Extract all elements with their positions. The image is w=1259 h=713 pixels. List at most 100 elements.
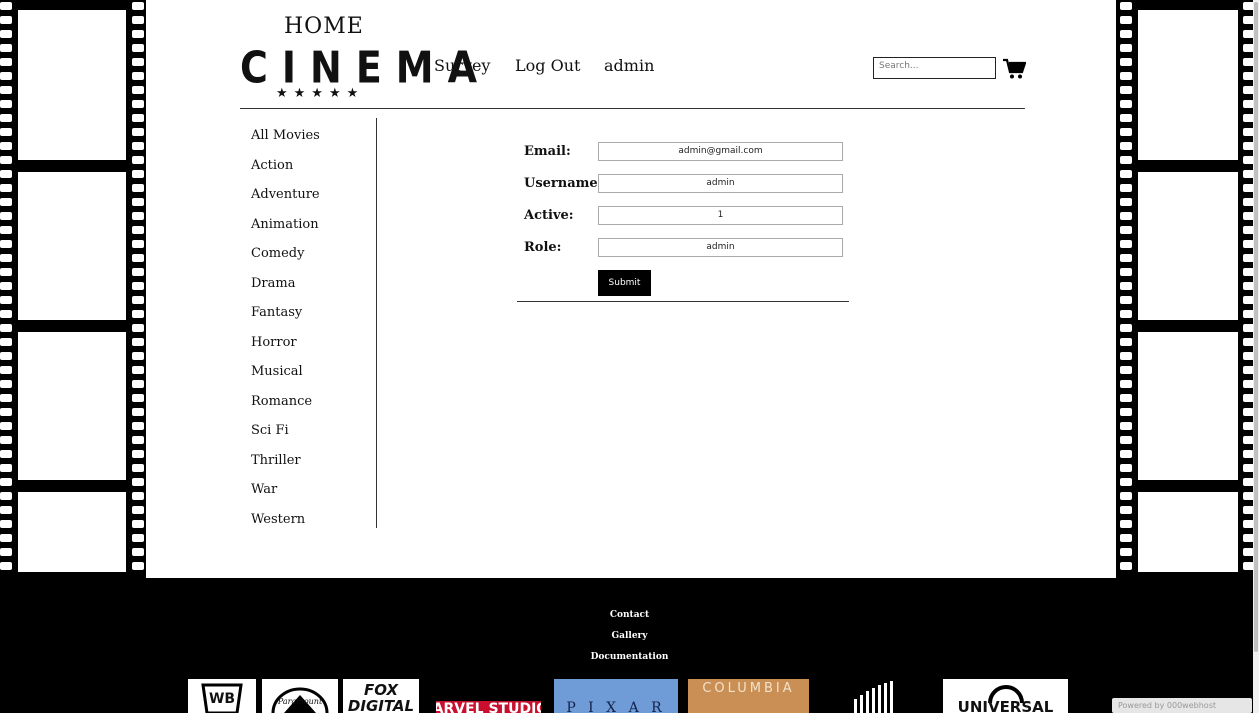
- film-sprocket-hole: [0, 72, 12, 80]
- email-label: Email:: [524, 144, 571, 159]
- film-sprocket-hole: [0, 226, 12, 234]
- film-sprocket-hole: [1120, 492, 1132, 500]
- submit-button[interactable]: Submit: [598, 270, 651, 296]
- film-sprocket-hole: [132, 184, 144, 192]
- film-sprocket-hole: [1120, 198, 1132, 206]
- brand-logo-paramount: Paramount: [262, 679, 338, 713]
- film-sprocket-hole: [132, 226, 144, 234]
- film-sprocket-hole: [132, 366, 144, 374]
- film-frame: [18, 10, 126, 160]
- film-sprocket-hole: [0, 394, 12, 402]
- email-field[interactable]: admin@gmail.com: [598, 142, 843, 161]
- film-sprocket-hole: [132, 352, 144, 360]
- film-sprocket-hole: [1120, 520, 1132, 528]
- film-sprocket-hole: [1120, 16, 1132, 24]
- film-sprocket-hole: [1120, 450, 1132, 458]
- nav-admin-link[interactable]: admin: [604, 56, 654, 75]
- category-musical[interactable]: Musical: [251, 362, 320, 392]
- film-sprocket-hole: [0, 212, 12, 220]
- film-frame: [18, 332, 126, 480]
- active-field[interactable]: 1: [598, 206, 843, 225]
- film-sprocket-hole: [132, 562, 144, 570]
- film-sprocket-hole: [132, 254, 144, 262]
- film-frame: [1138, 492, 1238, 572]
- category-sci-fi[interactable]: Sci Fi: [251, 421, 320, 451]
- film-sprocket-hole: [132, 198, 144, 206]
- film-sprocket-hole: [0, 548, 12, 556]
- film-strip-left: [0, 0, 146, 578]
- brand-logo-fox: FOX DIGITAL: [343, 679, 419, 713]
- film-sprocket-hole: [132, 212, 144, 220]
- username-field[interactable]: admin: [598, 174, 843, 193]
- film-sprocket-hole: [0, 296, 12, 304]
- film-sprocket-hole: [0, 2, 12, 10]
- category-horror[interactable]: Horror: [251, 333, 320, 363]
- category-fantasy[interactable]: Fantasy: [251, 303, 320, 333]
- film-sprocket-hole: [1120, 170, 1132, 178]
- film-sprocket-hole: [0, 562, 12, 570]
- film-sprocket-hole: [1120, 408, 1132, 416]
- category-western[interactable]: Western: [251, 510, 320, 540]
- film-sprocket-hole: [0, 282, 12, 290]
- category-comedy[interactable]: Comedy: [251, 244, 320, 274]
- home-cinema-logo[interactable]: HOME CINEMA ★★★★★: [240, 14, 477, 104]
- film-sprocket-hole: [132, 436, 144, 444]
- film-sprocket-hole: [132, 114, 144, 122]
- category-animation[interactable]: Animation: [251, 215, 320, 245]
- film-sprocket-hole: [132, 408, 144, 416]
- username-label: Username:: [524, 176, 603, 191]
- film-frame: [1138, 172, 1238, 320]
- category-action[interactable]: Action: [251, 156, 320, 186]
- film-frame: [1138, 332, 1238, 480]
- film-sprocket-hole: [1120, 142, 1132, 150]
- form-divider: [517, 301, 849, 302]
- shopping-cart-icon[interactable]: [1002, 58, 1027, 80]
- film-sprocket-hole: [132, 296, 144, 304]
- footer-contact-link[interactable]: Contact: [0, 610, 1259, 620]
- powered-by-badge[interactable]: Powered by 000webhost: [1112, 698, 1252, 713]
- film-sprocket-hole: [1120, 114, 1132, 122]
- category-thriller[interactable]: Thriller: [251, 451, 320, 481]
- film-sprocket-hole: [1120, 506, 1132, 514]
- film-sprocket-hole: [0, 422, 12, 430]
- scrollbar-thumb[interactable]: [1254, 2, 1258, 652]
- footer-documentation-link[interactable]: Documentation: [0, 652, 1259, 662]
- active-label: Active:: [524, 208, 574, 223]
- film-sprocket-hole: [132, 86, 144, 94]
- category-all-movies[interactable]: All Movies: [251, 126, 320, 156]
- category-romance[interactable]: Romance: [251, 392, 320, 422]
- film-sprocket-hole: [1120, 548, 1132, 556]
- nav-logout-link[interactable]: Log Out: [515, 56, 580, 75]
- film-sprocket-hole: [132, 156, 144, 164]
- film-sprocket-hole: [132, 492, 144, 500]
- film-sprocket-hole: [0, 464, 12, 472]
- category-drama[interactable]: Drama: [251, 274, 320, 304]
- role-field[interactable]: admin: [598, 238, 843, 257]
- film-frame: [1138, 10, 1238, 160]
- film-sprocket-hole: [1120, 268, 1132, 276]
- film-sprocket-hole: [1120, 478, 1132, 486]
- film-sprocket-hole: [132, 72, 144, 80]
- film-sprocket-hole: [0, 408, 12, 416]
- film-sprocket-hole: [132, 380, 144, 388]
- film-sprocket-hole: [132, 58, 144, 66]
- film-sprocket-hole: [132, 310, 144, 318]
- film-sprocket-hole: [0, 450, 12, 458]
- film-sprocket-hole: [1120, 394, 1132, 402]
- film-sprocket-hole: [0, 100, 12, 108]
- film-strip-right: [1116, 0, 1259, 578]
- category-war[interactable]: War: [251, 480, 320, 510]
- footer-gallery-link[interactable]: Gallery: [0, 631, 1259, 641]
- film-sprocket-hole: [0, 142, 12, 150]
- search-input[interactable]: Search...: [873, 57, 996, 79]
- film-sprocket-hole: [0, 44, 12, 52]
- brand-logo-wb: WB: [188, 679, 256, 713]
- film-sprocket-hole: [1120, 226, 1132, 234]
- page-scrollbar[interactable]: [1253, 0, 1259, 713]
- category-adventure[interactable]: Adventure: [251, 185, 320, 215]
- film-sprocket-hole: [0, 198, 12, 206]
- film-sprocket-hole: [132, 548, 144, 556]
- film-sprocket-hole: [0, 380, 12, 388]
- nav-survey-link[interactable]: Survey: [434, 56, 490, 75]
- film-sprocket-hole: [1120, 128, 1132, 136]
